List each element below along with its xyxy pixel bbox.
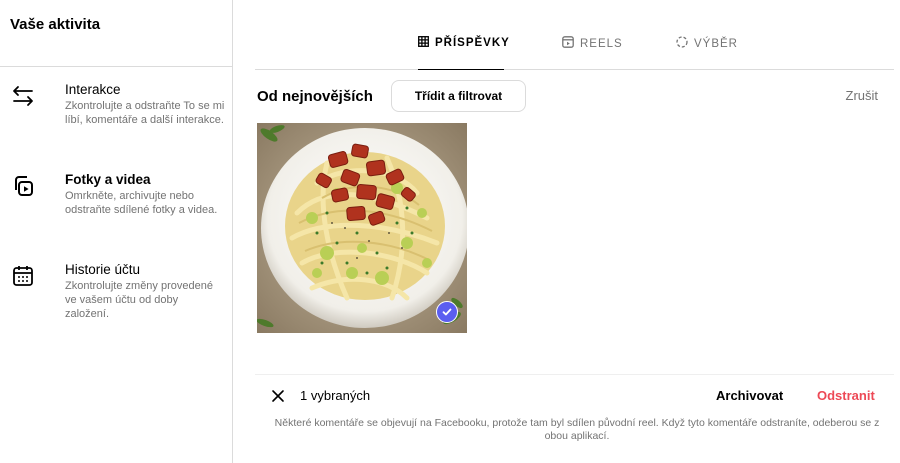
archive-button[interactable]: Archivovat [716,388,783,403]
sidebar-header: Vaše aktivita [0,0,232,67]
sidebar-title: Vaše aktivita [10,15,101,33]
calendar-icon [9,262,37,290]
selected-count: 1 vybraných [300,388,371,403]
sort-filter-button[interactable]: Třídit a filtrovat [391,80,526,112]
tab-label: REELS [580,37,623,50]
dashed-circle-icon [676,36,688,51]
post-thumbnail[interactable] [257,123,467,333]
tab-selection[interactable]: VÝBĚR [676,36,738,51]
tab-label: PŘÍSPĚVKY [435,37,510,49]
arrows-exchange-icon [9,82,37,110]
delete-button[interactable]: Odstranit [817,388,875,403]
cancel-button[interactable]: Zrušit [846,88,879,103]
active-tab-indicator [418,69,504,70]
sidebar-item-account-history[interactable]: Historie účtu Zkontrolujte změny provede… [0,262,232,332]
sidebar-item-photos-videos[interactable]: Fotky a videa Omrkněte, archivujte nebo … [0,172,232,242]
sort-order-label: Od nejnovějších [257,88,373,105]
sidebar-item-label: Interakce [65,82,121,97]
action-bar-divider [255,374,894,375]
facebook-comments-note: Některé komentáře se objevují na Faceboo… [274,417,880,442]
sidebar-item-interactions[interactable]: Interakce Zkontrolujte a odstraňte To se… [0,82,232,152]
reels-icon [562,36,574,51]
activity-sidebar: Vaše aktivita Interakce Zkontrolujte a o… [0,0,233,463]
sidebar-item-label: Historie účtu [65,262,141,277]
grid-icon [418,36,429,50]
sidebar-item-description: Zkontrolujte změny provedené ve vašem úč… [65,280,213,320]
tabs-divider [255,69,894,70]
selected-check-icon[interactable] [436,301,458,323]
tab-posts[interactable]: PŘÍSPĚVKY [418,36,510,50]
close-icon[interactable] [268,386,288,406]
sidebar-item-label: Fotky a videa [65,172,151,187]
sidebar-item-description: Zkontrolujte a odstraňte To se mi líbí, … [65,100,225,126]
tab-label: VÝBĚR [694,37,738,50]
sidebar-item-description: Omrkněte, archivujte nebo odstraňte sdíl… [65,190,218,216]
photos-videos-icon [9,172,37,200]
tab-reels[interactable]: REELS [562,36,623,51]
